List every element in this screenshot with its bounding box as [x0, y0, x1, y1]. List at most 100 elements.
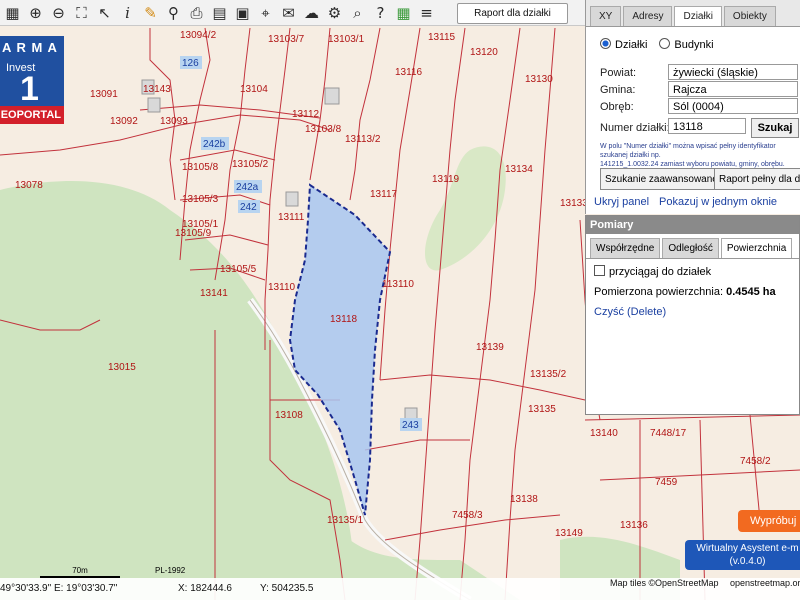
parcel-label: 7458/3	[452, 510, 483, 521]
tiles-prefix: Map tiles ©	[610, 578, 656, 588]
parcel-label: 242	[240, 202, 257, 213]
gmina-label: Gmina:	[600, 84, 636, 96]
parcel-label: 13093	[160, 116, 188, 127]
radio-budynki-dot[interactable]	[659, 38, 671, 49]
single-window-link[interactable]: Pokazuj w jednym oknie	[659, 196, 777, 208]
parcel-label: 13104	[240, 84, 268, 95]
parcel-label: 13117	[370, 189, 398, 200]
logo-number: 1	[20, 70, 39, 108]
parcel-label: 13136	[620, 520, 648, 531]
parcel-label: 13134	[505, 164, 533, 175]
table-icon[interactable]: ▤	[209, 2, 230, 24]
radio-budynki[interactable]: Budynki	[659, 38, 714, 51]
parcel-label: 13115	[428, 32, 456, 43]
gmina-select[interactable]: Rajcza	[668, 81, 798, 97]
comment-icon[interactable]: ✉	[278, 2, 299, 24]
parcel-label: 13111	[278, 212, 305, 223]
obreb-label: Obręb:	[600, 101, 634, 113]
layers-icon[interactable]: ≡	[416, 2, 437, 24]
tab-powierzchnia[interactable]: Powierzchnia	[720, 238, 793, 258]
parcel-label: 13015	[108, 362, 136, 373]
parcel-label: 7448/17	[650, 428, 687, 439]
try-button[interactable]: Wypróbuj	[738, 510, 800, 532]
parcel-label: 7458/2	[740, 456, 771, 467]
advanced-search-button[interactable]: Szukanie zaawansowane	[600, 168, 723, 190]
parcel-label: 13135/2	[530, 369, 567, 380]
tab-odleglosc[interactable]: Odległość	[662, 238, 719, 258]
parcel-label: 13133	[560, 198, 588, 209]
parcel-label: 13118	[330, 314, 358, 325]
parcel-label: 13103/8	[305, 124, 342, 135]
measurement-tabs: Współrzędne Odległość Powierzchnia	[586, 234, 799, 259]
tab-obiekty[interactable]: Obiekty	[723, 6, 776, 26]
link-icon[interactable]: ⚲	[163, 2, 184, 24]
area-row: Pomierzona powierzchnia: 0.4545 ha	[594, 286, 791, 298]
area-value: 0.4545 ha	[726, 286, 776, 298]
panel-links: Ukryj panel Pokazuj w jednym oknie	[594, 196, 777, 208]
map-icon[interactable]: ▦	[2, 2, 23, 24]
powiat-label: Powiat:	[600, 67, 637, 79]
parcel-label: 13119	[432, 174, 460, 185]
numer-input[interactable]: 13118	[668, 118, 746, 134]
zoom-out-icon[interactable]: ⊖	[48, 2, 69, 24]
fullscreen-icon[interactable]: ⛶	[71, 2, 92, 24]
logo: A R M A Invest 1 GEOPORTAL	[0, 36, 64, 124]
parcel-label: 13110	[268, 282, 296, 293]
search-hint-line2: 141215_1.0032.24 zamiast wyboru powiatu,…	[600, 161, 785, 168]
logo-top: A R M A Invest 1	[0, 36, 64, 108]
parcel-label: 13135/1	[327, 515, 364, 526]
powiat-select[interactable]: żywiecki (śląskie)	[668, 64, 798, 80]
report-button[interactable]: Raport dla działki	[457, 3, 568, 24]
search-button[interactable]: Szukaj	[751, 118, 799, 138]
search-hint: W polu "Numer działki" można wpisać pełn…	[600, 142, 800, 169]
tiles-url[interactable]: openstreetmap.org	[730, 578, 800, 588]
parcel-label: 13141	[200, 288, 228, 299]
help-icon[interactable]: ?	[370, 2, 391, 24]
info-icon[interactable]: i	[117, 2, 138, 24]
full-report-button[interactable]: Raport pełny dla działki	[714, 168, 800, 190]
tab-adresy[interactable]: Adresy	[623, 6, 673, 26]
coord-x: X: 182444.6	[178, 583, 232, 594]
tiles-osm[interactable]: OpenStreetMap	[655, 578, 719, 588]
zoom-in-icon[interactable]: ⊕	[25, 2, 46, 24]
parcel-label: 13091	[90, 89, 118, 100]
parcel-label: 13103/7	[268, 34, 305, 45]
measurement-panel: Pomiary Współrzędne Odległość Powierzchn…	[585, 215, 800, 415]
tab-xy[interactable]: XY	[590, 6, 622, 26]
scale-bar: 70m	[40, 566, 120, 578]
radio-dzialki[interactable]: Działki	[600, 38, 647, 51]
radio-dzialki-dot[interactable]	[600, 38, 611, 49]
picture-icon[interactable]: ▣	[232, 2, 253, 24]
numer-label: Numer działki:	[600, 122, 670, 134]
parcel-label: 242b	[203, 139, 226, 150]
grid-icon[interactable]: ▦	[393, 2, 414, 24]
parcel-label: 13105/3	[182, 194, 219, 205]
settings-icon[interactable]: ⚙	[324, 2, 345, 24]
snap-checkbox[interactable]	[594, 265, 605, 276]
toolbar: ▦ ⊕ ⊖ ⛶ ↖ i ✎ ⚲ ⎙ ▤ ▣ ⌖ ✉ ☁ ⚙ ⌕ ? ▦ ≡ Ra…	[0, 0, 585, 26]
pointer-icon[interactable]: ↖	[94, 2, 115, 24]
coord-dms: 49°30'33.9" E: 19°03'30.7"	[0, 583, 118, 594]
ruler-icon[interactable]: ✎	[140, 2, 161, 24]
parcel-label: 13135	[528, 404, 556, 415]
parcel-label: 13113/2	[345, 134, 381, 145]
parcel-label: 13149	[555, 528, 583, 539]
marker-icon[interactable]: ⌖	[255, 2, 276, 24]
tab-dzialki[interactable]: Działki	[674, 6, 722, 26]
parcel-label: 113110	[382, 279, 414, 290]
parcel-label: 13143	[143, 84, 171, 95]
parcel-label: 13108	[275, 410, 303, 421]
parcel-label: 13138	[510, 494, 538, 505]
search-icon[interactable]: ⌕	[347, 2, 368, 24]
obreb-select[interactable]: Sól (0004)	[668, 98, 798, 114]
logo-bottom: GEOPORTAL	[0, 106, 64, 124]
tab-wspolrzedne[interactable]: Współrzędne	[590, 238, 661, 258]
hide-panel-link[interactable]: Ukryj panel	[594, 196, 649, 208]
search-panel: XY Adresy Działki Obiekty Działki Budynk…	[585, 0, 800, 214]
print-icon[interactable]: ⎙	[186, 2, 207, 24]
parcel-label: 13103/1	[328, 34, 365, 45]
clear-link[interactable]: Czyść (Delete)	[594, 306, 791, 318]
parcel-label: 13120	[470, 47, 498, 58]
cloud-icon[interactable]: ☁	[301, 2, 322, 24]
assistant-button[interactable]: Wirtualny Asystent e-m (v.0.4.0)	[685, 540, 800, 570]
